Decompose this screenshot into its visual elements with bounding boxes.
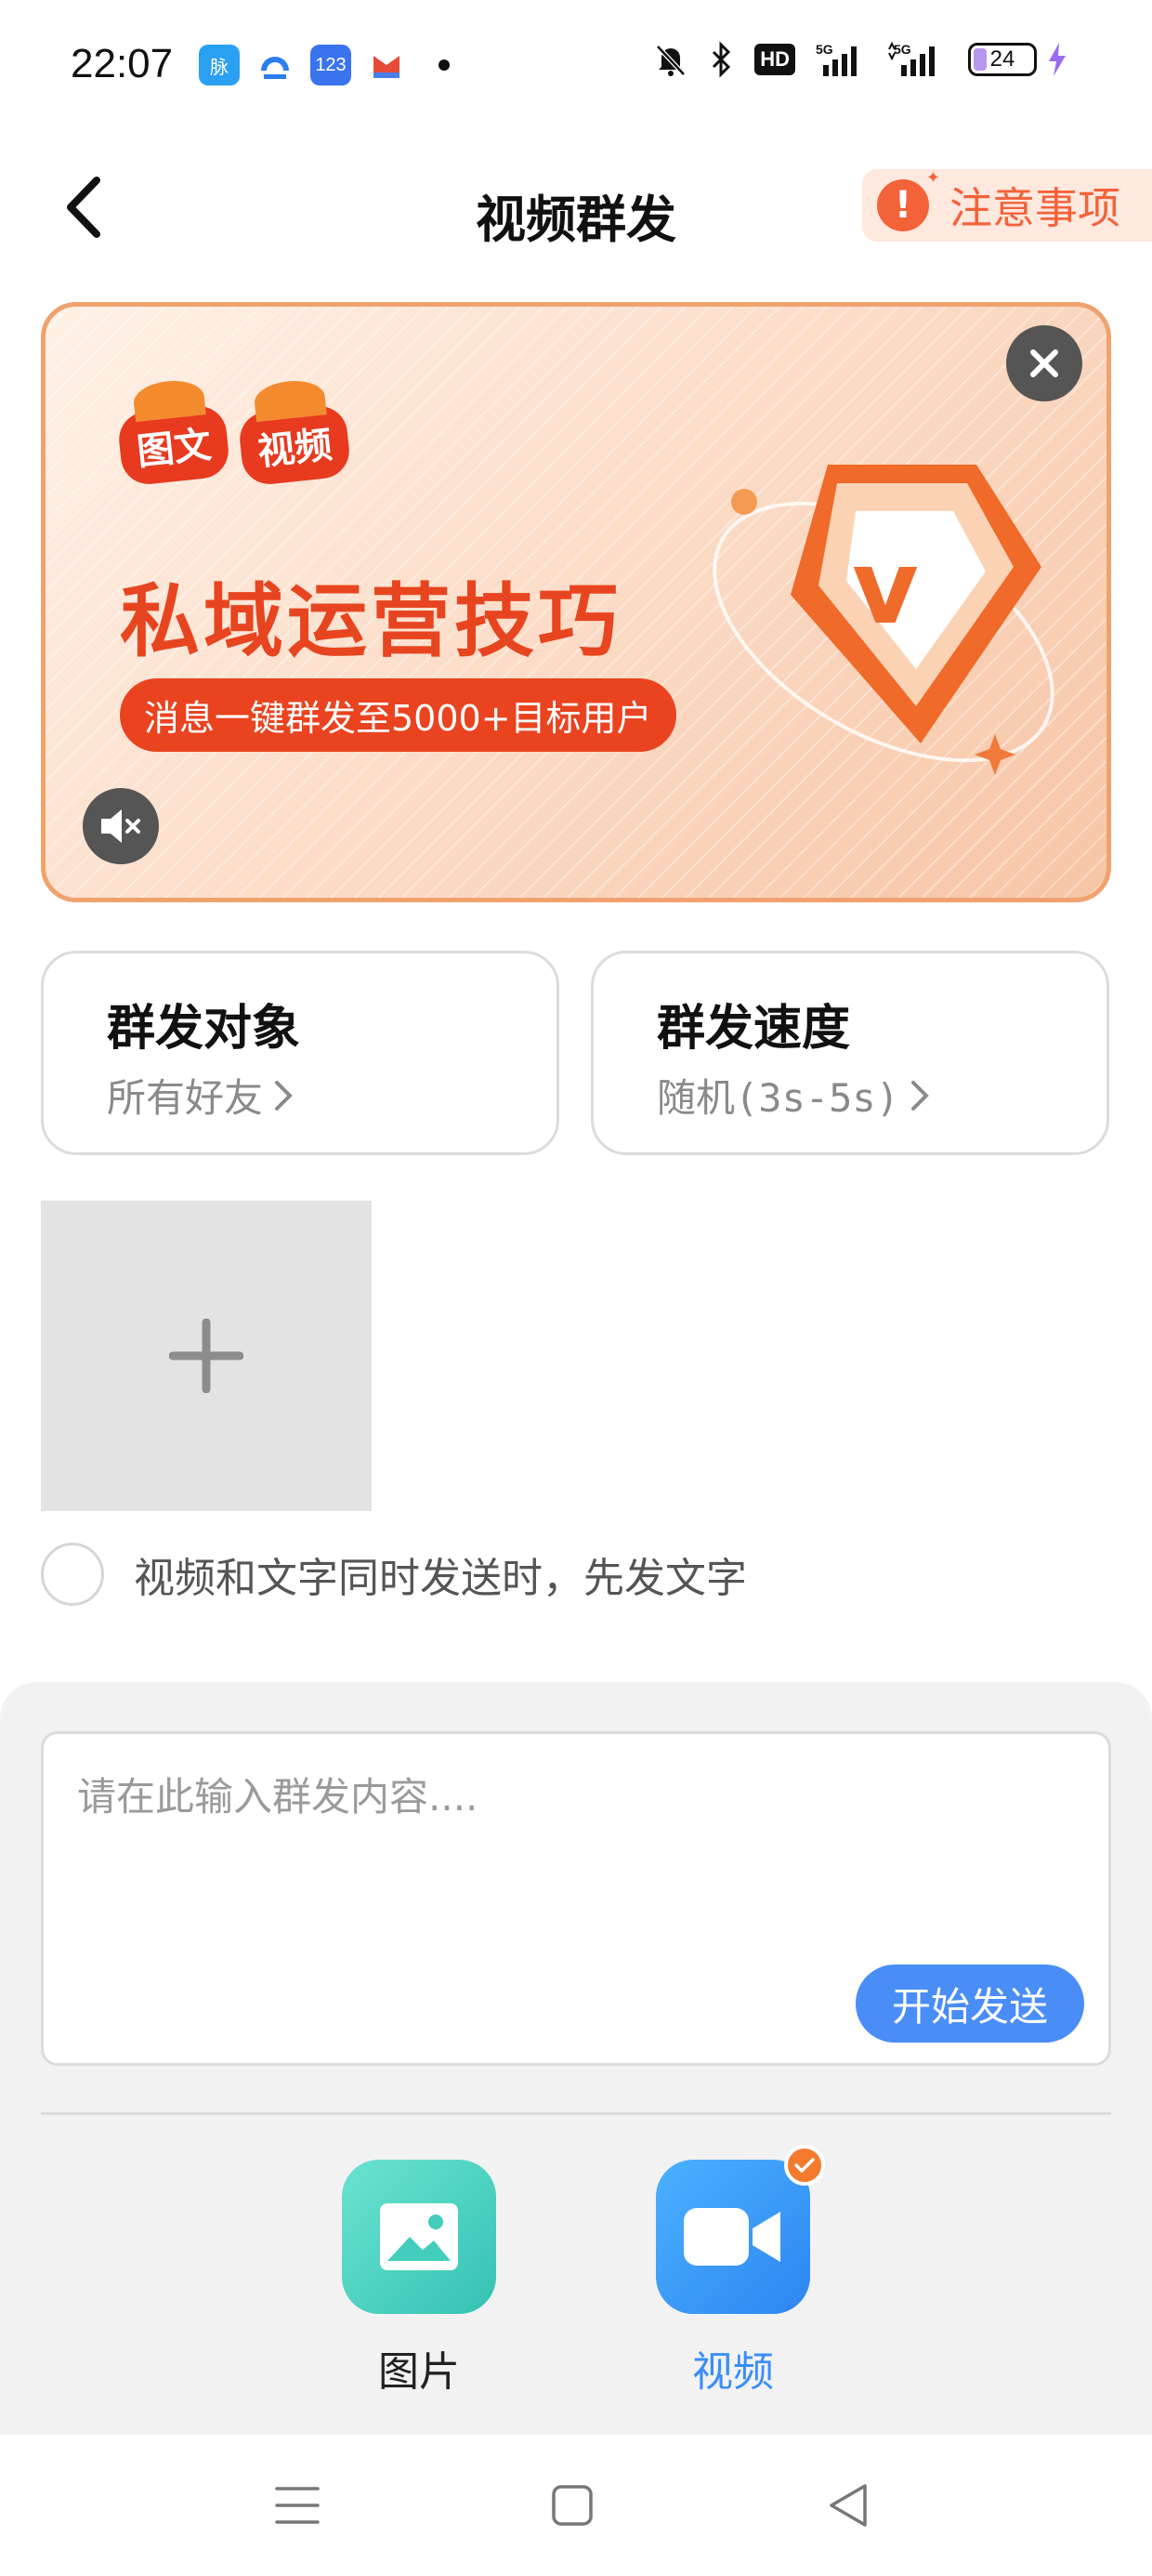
target-selector[interactable]: 群发对象 所有好友 xyxy=(41,951,559,1155)
promo-banner[interactable]: 图文 视频 私域运营技巧 消息一键群发至5000+目标用户 v xyxy=(41,302,1111,902)
battery-icon: 24 xyxy=(968,43,1037,76)
add-video-button[interactable] xyxy=(41,1201,372,1511)
gem-logo-icon: v xyxy=(713,465,1054,775)
image-type-icon-tile xyxy=(342,2160,496,2314)
video-type-label: 视频 xyxy=(692,2348,774,2396)
bluetooth-icon xyxy=(710,41,734,78)
close-icon xyxy=(1030,349,1058,377)
chevron-right-icon xyxy=(275,1080,293,1111)
chevron-right-icon xyxy=(911,1080,929,1111)
notice-label: 注意事项 xyxy=(949,183,1120,233)
status-time: 22:07 xyxy=(71,41,174,86)
maimai-app-icon: 脉 xyxy=(199,45,240,85)
calendar-app-icon xyxy=(366,45,407,85)
signal-5g-secondary-icon: 5G xyxy=(888,41,948,78)
banner-tag: 视频 xyxy=(237,403,352,487)
selected-check-icon xyxy=(784,2145,825,2186)
banner-tags: 图文 视频 xyxy=(116,403,352,487)
notification-dot-icon xyxy=(439,59,450,71)
svg-text:5G: 5G xyxy=(894,42,911,57)
target-value-row: 所有好友 xyxy=(107,1067,295,1124)
charging-icon xyxy=(1046,41,1068,78)
text-first-label: 视频和文字同时发送时，先发文字 xyxy=(134,1555,747,1602)
menu-nav-button[interactable] xyxy=(269,2477,325,2533)
target-value: 所有好友 xyxy=(107,1075,264,1121)
banner-close-button[interactable] xyxy=(1006,325,1082,401)
system-nav-bar xyxy=(0,2435,1152,2576)
divider xyxy=(41,2112,1111,2115)
target-title: 群发对象 xyxy=(107,1001,301,1057)
hd-voice-icon: HD xyxy=(754,44,795,75)
picture-icon xyxy=(380,2203,458,2270)
alert-icon: ! xyxy=(877,168,940,231)
plus-icon xyxy=(169,1319,243,1393)
video-type-icon-tile xyxy=(656,2145,825,2314)
status-app-icons: 脉 123 xyxy=(199,45,450,85)
video-camera-icon xyxy=(684,2208,780,2266)
status-indicators: HD 5G 5G 24 xyxy=(652,41,1068,78)
notice-button[interactable]: ! 注意事项 xyxy=(862,168,1152,242)
speed-selector[interactable]: 群发速度 随机(3s-5s) xyxy=(591,951,1109,1155)
send-button[interactable]: 开始发送 xyxy=(856,1965,1084,2043)
svg-text:v: v xyxy=(852,528,919,647)
mute-button[interactable] xyxy=(83,788,159,864)
speed-title: 群发速度 xyxy=(657,1001,851,1057)
text-first-radio[interactable] xyxy=(41,1543,104,1606)
menu-icon xyxy=(275,2487,320,2524)
message-box: 开始发送 xyxy=(41,1731,1111,2066)
mute-bell-icon xyxy=(652,41,689,78)
home-square-icon xyxy=(552,2485,593,2526)
header: 视频群发 ! 注意事项 xyxy=(0,139,1152,279)
status-bar: 22:07 脉 123 HD 5G 5G 24 xyxy=(0,0,1152,139)
speed-value: 随机(3s-5s) xyxy=(657,1075,900,1121)
banner-title: 私域运营技巧 xyxy=(120,575,622,668)
image-type-label: 图片 xyxy=(378,2348,460,2396)
finance-app-icon xyxy=(255,45,295,85)
banner-tag: 图文 xyxy=(116,403,231,487)
text-first-option[interactable]: 视频和文字同时发送时，先发文字 xyxy=(41,1543,747,1606)
video-type-button[interactable]: 视频 xyxy=(656,2145,825,2398)
image-type-button[interactable]: 图片 xyxy=(342,2160,496,2398)
svg-text:5G: 5G xyxy=(816,42,833,57)
compose-panel: 开始发送 图片 视频 xyxy=(0,1682,1152,2435)
123-app-icon: 123 xyxy=(310,45,351,85)
signal-5g-icon: 5G xyxy=(816,41,868,78)
speed-value-row: 随机(3s-5s) xyxy=(657,1067,931,1124)
home-nav-button[interactable] xyxy=(544,2477,600,2533)
back-nav-button[interactable] xyxy=(819,2477,875,2533)
message-input[interactable] xyxy=(77,1766,1062,1952)
speaker-mute-icon xyxy=(101,809,140,843)
back-triangle-icon xyxy=(830,2484,867,2527)
banner-subtitle: 消息一键群发至5000+目标用户 xyxy=(120,678,676,752)
